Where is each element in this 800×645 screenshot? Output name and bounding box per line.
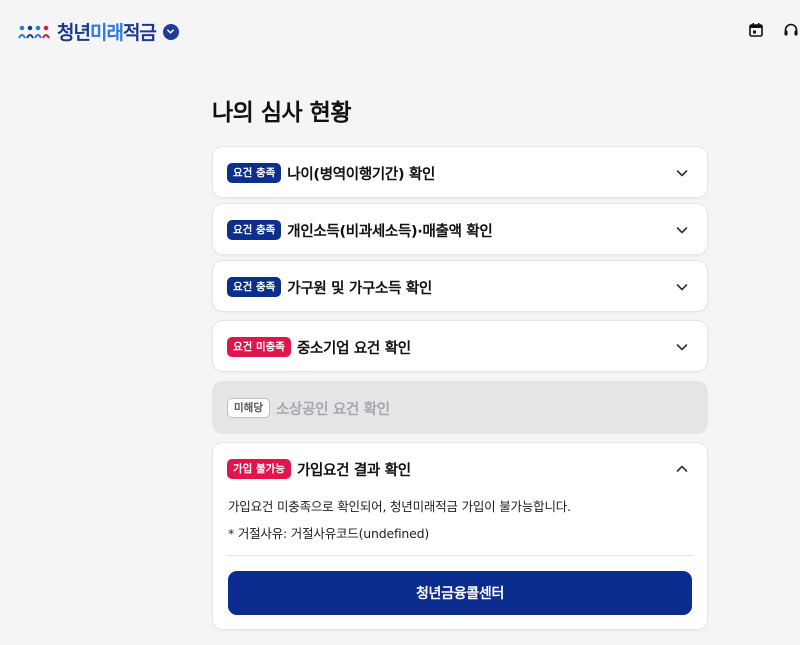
chevron-down-icon[interactable]	[675, 223, 689, 237]
chevron-down-icon[interactable]	[675, 280, 689, 294]
page-title: 나의 심사 현황	[212, 100, 351, 126]
accordion-title: 가구원 및 가구소득 확인	[287, 280, 432, 297]
chevron-down-icon[interactable]	[675, 340, 689, 354]
calendar-icon[interactable]	[748, 22, 764, 38]
accordion-title: 가입요건 결과 확인	[296, 462, 411, 479]
chevron-up-icon[interactable]	[675, 462, 689, 476]
accordion-income-check[interactable]: 요건 충족 개인소득(비과세소득)·매출액 확인	[212, 203, 708, 255]
accordion-title: 소상공인 요건 확인	[275, 401, 390, 418]
status-badge: 요건 충족	[227, 163, 282, 183]
status-badge: 가입 불가능	[227, 459, 291, 479]
accordion-age-check[interactable]: 요건 충족 나이(병역이행기간) 확인	[212, 146, 708, 198]
divider	[228, 555, 692, 556]
accordion-title: 개인소득(비과세소득)·매출액 확인	[287, 223, 493, 240]
status-badge: 요건 충족	[227, 277, 282, 297]
logo-people-icon	[18, 25, 50, 38]
status-badge: 미해당	[227, 398, 270, 418]
logo-text-part-3: 적금	[122, 22, 157, 44]
accordion-title: 나이(병역이행기간) 확인	[287, 166, 436, 183]
status-badge: 요건 미충족	[227, 337, 291, 357]
chevron-down-icon[interactable]	[675, 166, 689, 180]
logo-text: 청년미래적금	[57, 18, 157, 45]
accordion-sme-check[interactable]: 요건 미충족 중소기업 요건 확인	[212, 320, 708, 372]
accordion-household-check[interactable]: 요건 충족 가구원 및 가구소득 확인	[212, 260, 708, 312]
chevron-down-icon[interactable]	[162, 23, 179, 40]
call-center-button[interactable]: 청년금융콜센터	[228, 571, 692, 615]
logo-text-part-2: 미래	[89, 22, 124, 44]
top-header: 청년미래적금	[0, 0, 800, 62]
logo-text-part-1: 청년	[57, 22, 91, 44]
status-badge: 요건 충족	[227, 220, 282, 240]
result-message: 가입요건 미충족으로 확인되어, 청년미래적금 가입이 불가능합니다.	[228, 499, 571, 514]
accordion-small-business-check: 미해당 소상공인 요건 확인	[212, 381, 708, 434]
accordion-title: 중소기업 요건 확인	[296, 340, 411, 357]
rejection-reason: * 거절사유: 거절사유코드(undefined)	[228, 526, 430, 541]
brand-logo[interactable]: 청년미래적금	[18, 18, 179, 45]
accordion-result[interactable]: 가입 불가능 가입요건 결과 확인 가입요건 미충족으로 확인되어, 청년미래적…	[212, 442, 708, 630]
headset-icon[interactable]	[783, 22, 799, 38]
